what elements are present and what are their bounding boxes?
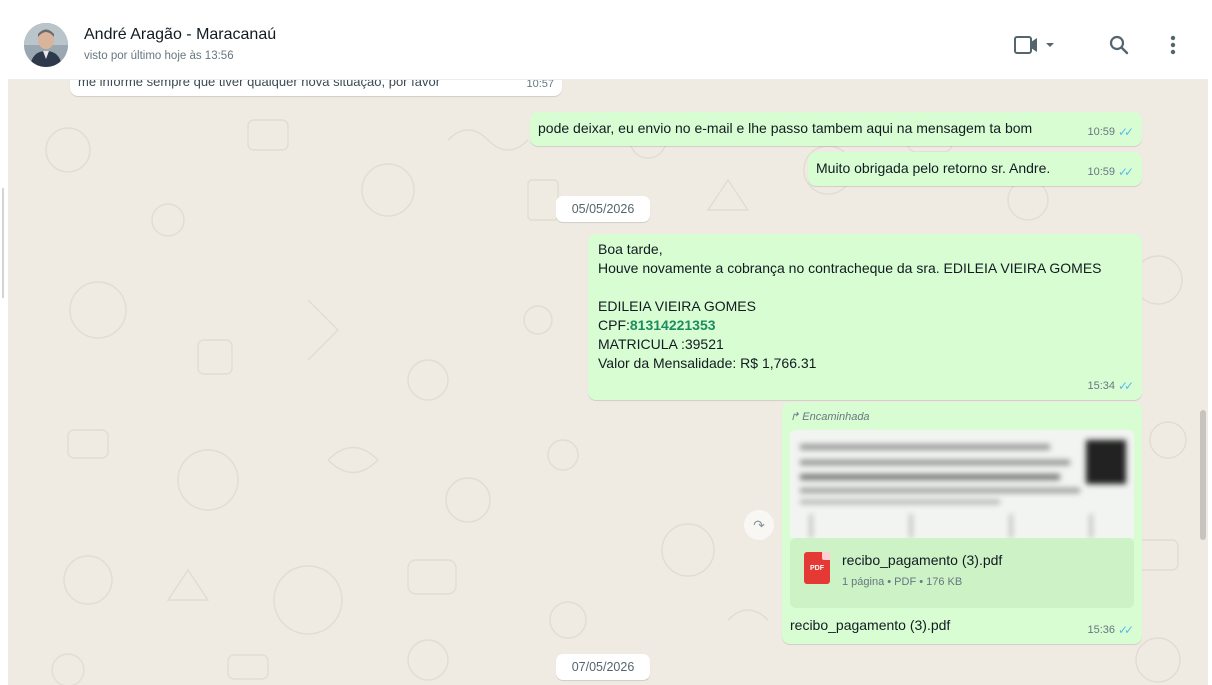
search-button[interactable] xyxy=(1101,30,1137,60)
message-line: Houve novamente a cobrança no contracheq… xyxy=(598,260,1102,276)
forward-icon: ↷ xyxy=(753,516,765,533)
cpf-number-link[interactable]: 81314221353 xyxy=(630,317,716,333)
search-icon xyxy=(1109,35,1129,55)
cpf-label: CPF: xyxy=(598,317,630,333)
video-call-button[interactable] xyxy=(1008,30,1062,60)
message-line: EDILEIA VIEIRA GOMES xyxy=(598,298,756,314)
outgoing-message[interactable]: Boa tarde, Houve novamente a cobrança no… xyxy=(588,234,1142,400)
date-separator: 05/05/2026 xyxy=(556,196,650,222)
outgoing-message[interactable]: pode deixar, eu envio no e-mail e lhe pa… xyxy=(530,112,1142,146)
video-call-icon xyxy=(1014,36,1054,54)
window-frame-left xyxy=(0,0,8,685)
window-frame-top xyxy=(0,0,1212,10)
document-filename: recibo_pagamento (3).pdf xyxy=(842,552,1003,568)
message-time: 10:59 ✓✓ xyxy=(1087,163,1134,182)
message-line: MATRICULA :39521 xyxy=(598,336,724,352)
read-receipt-icon: ✓✓ xyxy=(1118,623,1134,637)
cpf-line: CPF:81314221353 xyxy=(598,316,1132,335)
window-frame-right xyxy=(1208,0,1212,685)
resize-handle[interactable] xyxy=(2,188,4,298)
message-line: Boa tarde, xyxy=(598,241,663,257)
message-text: me informe sempre que tiver qualquer nov… xyxy=(78,80,441,89)
date-separator: 07/05/2026 xyxy=(556,654,650,680)
message-time: 15:36 ✓✓ xyxy=(1087,621,1134,640)
message-line: Valor da Mensalidade: R$ 1,766.31 xyxy=(598,355,817,371)
forward-button[interactable]: ↷ xyxy=(744,510,774,540)
contact-name[interactable]: André Aragão - Maracanaú xyxy=(84,26,276,44)
document-caption: recibo_pagamento (3).pdf xyxy=(790,617,951,633)
avatar[interactable] xyxy=(24,23,68,67)
message-time: 10:57 xyxy=(526,80,554,90)
document-preview[interactable] xyxy=(790,430,1134,538)
document-meta: 1 página • PDF • 176 KB xyxy=(842,576,963,588)
forwarded-indicator: ↱ Encaminhada xyxy=(790,411,870,423)
menu-button[interactable] xyxy=(1158,30,1188,60)
outgoing-message[interactable]: Muito obrigada pelo retorno sr. Andre. 1… xyxy=(808,152,1142,186)
read-receipt-icon: ✓✓ xyxy=(1118,165,1134,179)
message-text: Muito obrigada pelo retorno sr. Andre. xyxy=(816,160,1051,176)
menu-icon xyxy=(1170,35,1176,55)
message-time: 15:34 ✓✓ xyxy=(1087,377,1134,396)
read-receipt-icon: ✓✓ xyxy=(1118,125,1134,139)
incoming-message[interactable]: me informe sempre que tiver qualquer nov… xyxy=(70,80,562,96)
message-text: pode deixar, eu envio no e-mail e lhe pa… xyxy=(538,120,1033,136)
document-attachment[interactable]: PDF recibo_pagamento (3).pdf 1 página • … xyxy=(790,538,1134,608)
scrollbar-thumb[interactable] xyxy=(1200,410,1206,540)
read-receipt-icon: ✓✓ xyxy=(1118,379,1134,393)
forwarded-icon: ↱ xyxy=(790,411,803,423)
chat-header: André Aragão - Maracanaú visto por últim… xyxy=(8,10,1208,80)
message-list[interactable]: me informe sempre que tiver qualquer nov… xyxy=(8,80,1208,685)
pdf-file-icon: PDF xyxy=(804,552,830,584)
last-seen-status: visto por último hoje às 13:56 xyxy=(84,50,234,62)
message-time: 10:59 ✓✓ xyxy=(1087,123,1134,142)
outgoing-document-message[interactable]: ↱ Encaminhada PDF recibo_pagamento (3).p… xyxy=(782,402,1142,644)
